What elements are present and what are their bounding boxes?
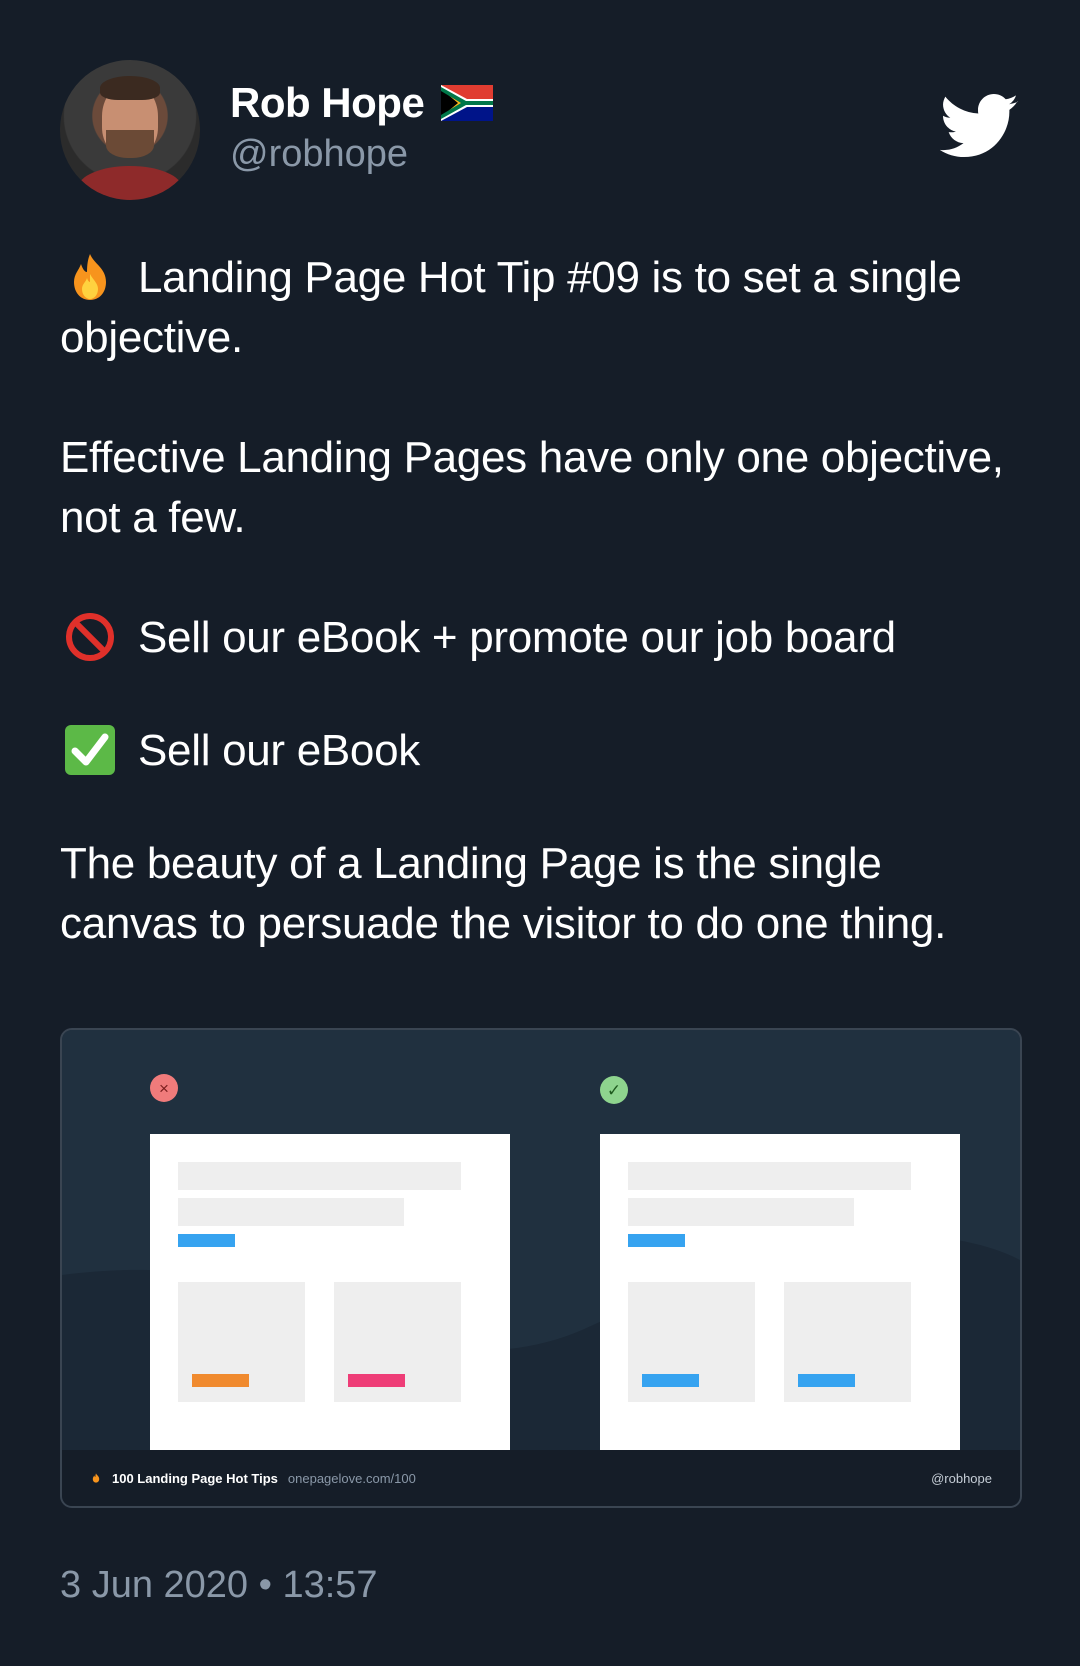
tweet-text-beauty: The beauty of a Landing Page is the sing… [60, 839, 947, 948]
author-handle[interactable]: @robhope [230, 130, 493, 178]
mock-heading-bar [628, 1162, 911, 1190]
fire-icon [74, 254, 106, 300]
footer-url: onepagelove.com/100 [287, 1470, 416, 1486]
tweet-body: Landing Page Hot Tip #09 is to set a sin… [60, 248, 1020, 954]
avatar-beard [106, 130, 154, 158]
mock-heading-bar [178, 1162, 461, 1190]
author-name[interactable]: Rob Hope [230, 78, 425, 128]
avatar-hair [100, 76, 160, 100]
tweet-paragraph-good: Sell our eBook [60, 721, 1020, 781]
media-card[interactable]: × ✓ 100 Landing Page Hot Tips onepagelov… [60, 1028, 1022, 1508]
tweet-text-bad-example: Sell our eBook + promote our job board [138, 613, 896, 662]
mock-cta-pink [348, 1374, 405, 1387]
tweet-timestamp[interactable]: 3 Jun 2020 • 13:57 [60, 1560, 378, 1610]
footer-title: 100 Landing Page Hot Tips [112, 1470, 278, 1486]
media-card-footer: 100 Landing Page Hot Tips onepagelove.co… [62, 1450, 1020, 1506]
no-entry-icon [66, 613, 114, 661]
mock-primary-cta [628, 1234, 685, 1247]
mock-subheading-bar [628, 1198, 854, 1226]
mock-subheading-bar [178, 1198, 404, 1226]
check-mark-icon [65, 725, 115, 775]
mock-cta-blue-right [798, 1374, 855, 1387]
fire-icon [92, 1473, 100, 1483]
tweet-paragraph-bad: Sell our eBook + promote our job board [60, 608, 1020, 668]
avatar-shirt [78, 166, 182, 200]
mock-page-multiple-objectives [150, 1134, 510, 1450]
mock-primary-cta [178, 1234, 235, 1247]
tweet-paragraph-1: Landing Page Hot Tip #09 is to set a sin… [60, 248, 1020, 368]
footer-handle: @robhope [931, 1470, 992, 1486]
twitter-bird-icon[interactable] [940, 94, 1020, 160]
bad-status-icon: × [150, 1074, 178, 1102]
good-status-icon: ✓ [600, 1076, 628, 1104]
avatar[interactable] [60, 60, 200, 200]
mock-cta-blue-left [642, 1374, 699, 1387]
tweet-text-objective: Effective Landing Pages have only one ob… [60, 433, 1004, 542]
tweet-text-tip: Landing Page Hot Tip #09 is to set a sin… [60, 253, 962, 362]
author-block: Rob Hope @robhope [230, 78, 493, 178]
south-africa-flag-icon [440, 85, 493, 121]
tweet-header: Rob Hope @robhope [60, 60, 1020, 200]
mock-page-single-objective [600, 1134, 960, 1450]
tweet-text-good-example: Sell our eBook [138, 726, 420, 775]
mock-cta-orange [192, 1374, 249, 1387]
